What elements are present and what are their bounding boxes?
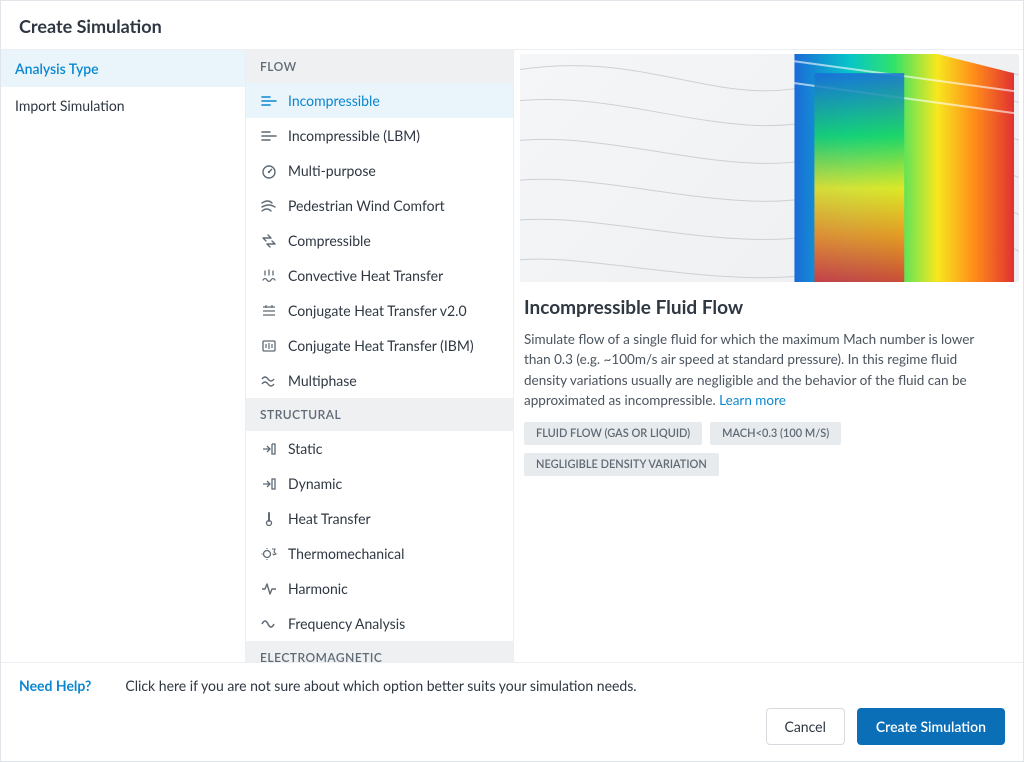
tag: NEGLIGIBLE DENSITY VARIATION: [524, 453, 719, 476]
sidebar-item-import-simulation[interactable]: Import Simulation: [1, 87, 245, 124]
option-harmonic[interactable]: Harmonic: [246, 571, 513, 606]
preview-image: [520, 54, 1019, 282]
option-label: Multiphase: [288, 372, 357, 389]
learn-more-link[interactable]: Learn more: [719, 392, 786, 408]
sine-icon: [260, 616, 278, 632]
option-dynamic[interactable]: Dynamic: [246, 466, 513, 501]
gauge-icon: [260, 163, 278, 179]
option-label: Pedestrian Wind Comfort: [288, 197, 445, 214]
sidebar: Analysis Type Import Simulation: [1, 50, 246, 662]
sidebar-item-label: Analysis Type: [15, 60, 99, 77]
option-label: Incompressible: [288, 92, 380, 109]
option-frequency-analysis[interactable]: Frequency Analysis: [246, 606, 513, 641]
dialog-body: Analysis Type Import Simulation FLOW Inc…: [1, 50, 1023, 663]
detail-panel: Incompressible Fluid Flow Simulate flow …: [514, 50, 1023, 662]
detail-body: Incompressible Fluid Flow Simulate flow …: [520, 282, 1019, 484]
cancel-button[interactable]: Cancel: [766, 708, 845, 745]
option-compressible[interactable]: Compressible: [246, 223, 513, 258]
panel-heat-icon: [260, 338, 278, 354]
option-label: Static: [288, 440, 322, 457]
waves-icon: [260, 373, 278, 389]
option-static[interactable]: Static: [246, 431, 513, 466]
dialog-title: Create Simulation: [19, 15, 1005, 37]
option-conjugate-heat-ibm[interactable]: Conjugate Heat Transfer (IBM): [246, 328, 513, 363]
category-header-electromagnetic: ELECTROMAGNETIC: [246, 641, 513, 662]
dialog-header: Create Simulation: [1, 1, 1023, 50]
option-label: Incompressible (LBM): [288, 127, 420, 144]
option-label: Heat Transfer: [288, 510, 371, 527]
flow-lines-icon: [260, 128, 278, 144]
option-incompressible-lbm[interactable]: Incompressible (LBM): [246, 118, 513, 153]
detail-title: Incompressible Fluid Flow: [524, 296, 1001, 319]
arrows-compress-icon: [260, 233, 278, 249]
need-help-text: Click here if you are not sure about whi…: [125, 677, 636, 694]
detail-tags: FLUID FLOW (GAS OR LIQUID) MACH<0.3 (100…: [524, 422, 1001, 476]
wind-icon: [260, 198, 278, 214]
option-incompressible[interactable]: Incompressible: [246, 83, 513, 118]
option-label: Convective Heat Transfer: [288, 267, 443, 284]
option-multiphase[interactable]: Multiphase: [246, 363, 513, 398]
static-icon: [260, 441, 278, 457]
option-heat-transfer[interactable]: Heat Transfer: [246, 501, 513, 536]
analysis-type-list[interactable]: FLOW Incompressible Incompressible (LBM)…: [246, 50, 514, 662]
option-label: Multi-purpose: [288, 162, 376, 179]
button-bar: Cancel Create Simulation: [1, 708, 1023, 761]
tag: MACH<0.3 (100 M/S): [710, 422, 841, 445]
create-simulation-dialog: Create Simulation Analysis Type Import S…: [0, 0, 1024, 762]
option-thermomechanical[interactable]: Thermomechanical: [246, 536, 513, 571]
option-label: Harmonic: [288, 580, 348, 597]
category-header-structural: STRUCTURAL: [246, 398, 513, 431]
option-label: Thermomechanical: [288, 545, 404, 562]
dynamic-icon: [260, 476, 278, 492]
detail-description: Simulate flow of a single fluid for whic…: [524, 329, 1001, 410]
option-conjugate-heat-v2[interactable]: Conjugate Heat Transfer v2.0: [246, 293, 513, 328]
option-label: Conjugate Heat Transfer (IBM): [288, 337, 474, 354]
tag: FLUID FLOW (GAS OR LIQUID): [524, 422, 702, 445]
option-multi-purpose[interactable]: Multi-purpose: [246, 153, 513, 188]
option-label: Compressible: [288, 232, 371, 249]
thermo-gear-icon: [260, 546, 278, 562]
create-simulation-button[interactable]: Create Simulation: [857, 708, 1005, 745]
category-header-flow: FLOW: [246, 50, 513, 83]
layers-heat-icon: [260, 303, 278, 319]
help-bar[interactable]: Need Help? Click here if you are not sur…: [1, 663, 1023, 708]
sidebar-item-label: Import Simulation: [15, 97, 125, 114]
option-convective-heat[interactable]: Convective Heat Transfer: [246, 258, 513, 293]
thermometer-icon: [260, 511, 278, 527]
heat-wave-icon: [260, 268, 278, 284]
option-label: Dynamic: [288, 475, 342, 492]
option-label: Frequency Analysis: [288, 615, 405, 632]
option-pedestrian-wind[interactable]: Pedestrian Wind Comfort: [246, 188, 513, 223]
option-label: Conjugate Heat Transfer v2.0: [288, 302, 467, 319]
need-help-label: Need Help?: [19, 677, 91, 694]
sidebar-item-analysis-type[interactable]: Analysis Type: [1, 50, 245, 87]
pulse-icon: [260, 581, 278, 597]
flow-lines-icon: [260, 93, 278, 109]
